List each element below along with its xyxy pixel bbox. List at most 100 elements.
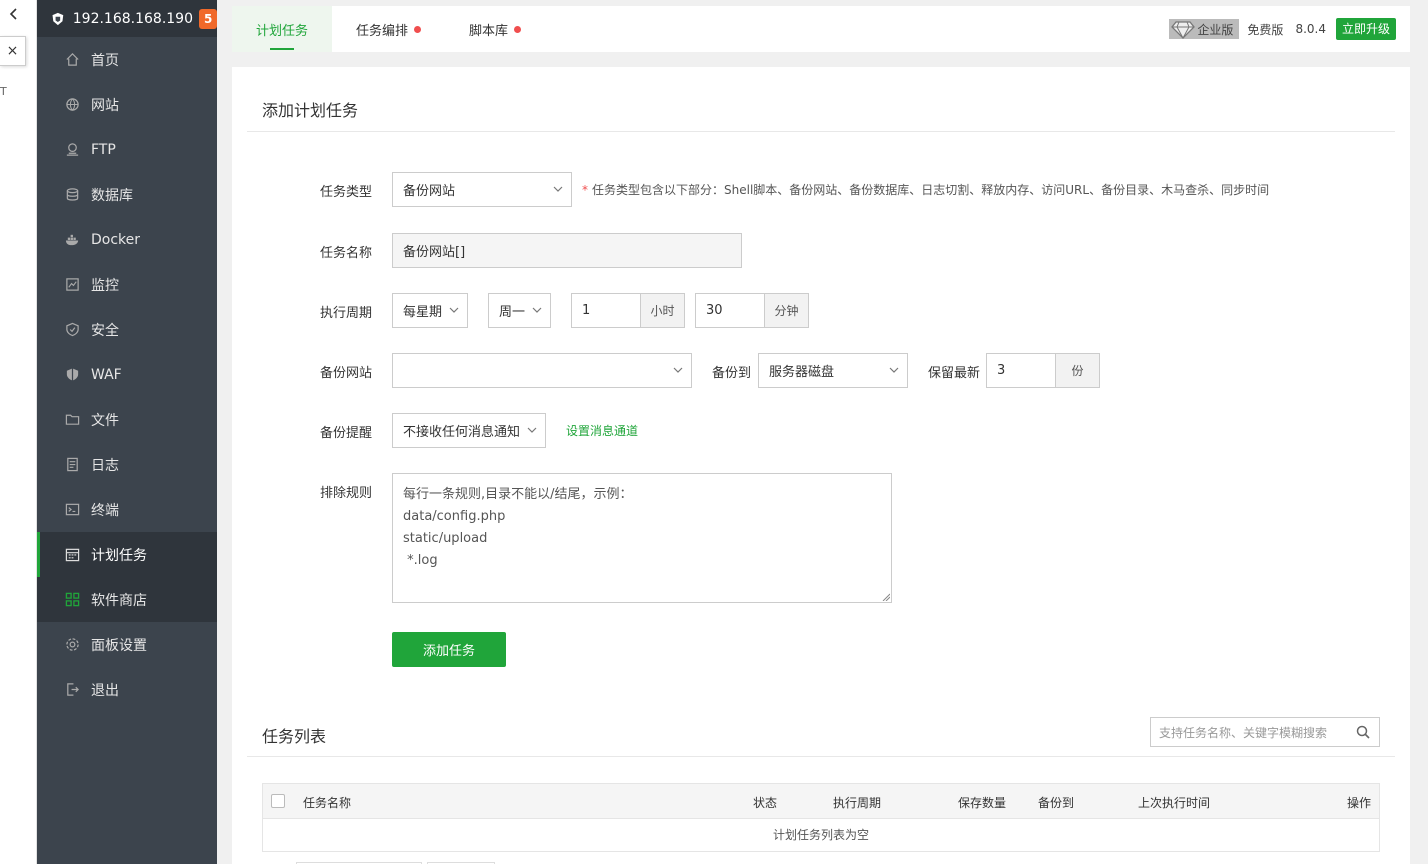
notify-label: 备份提醒 bbox=[320, 426, 373, 441]
monitor-icon bbox=[64, 277, 80, 293]
logout-icon bbox=[64, 682, 80, 698]
set-notify-channel-link[interactable]: 设置消息通道 bbox=[566, 422, 638, 439]
browser-side-strip: × T bbox=[0, 0, 37, 864]
sidebar-item-label: 软件商店 bbox=[91, 592, 147, 609]
sidebar-item-security[interactable]: 安全 bbox=[37, 307, 217, 352]
sidebar-item-label: 退出 bbox=[91, 682, 119, 699]
sidebar-item-label: 计划任务 bbox=[91, 547, 147, 564]
diamond-icon bbox=[1171, 21, 1196, 39]
sidebar-item-logout[interactable]: 退出 bbox=[37, 667, 217, 712]
exclude-rules-textarea[interactable]: 每行一条规则,目录不能以/结尾，示例： data/config.php stat… bbox=[392, 473, 892, 603]
select-value: 每星期 bbox=[403, 305, 443, 320]
sidebar-item-database[interactable]: 数据库 bbox=[37, 172, 217, 217]
backup-site-label: 备份网站 bbox=[320, 366, 373, 381]
top-tab-bar: 计划任务 任务编排 脚本库 企业版 免费版 8.0.4 立即升级 bbox=[232, 6, 1410, 52]
chevron-down-icon bbox=[449, 307, 459, 313]
enterprise-badge[interactable]: 企业版 bbox=[1169, 19, 1240, 39]
close-icon[interactable]: × bbox=[0, 36, 26, 66]
cycle-select[interactable]: 每星期 bbox=[392, 293, 468, 328]
add-task-button[interactable]: 添加任务 bbox=[392, 632, 506, 667]
tab-script-library[interactable]: 脚本库 bbox=[445, 6, 545, 52]
side-text-fragment: T bbox=[0, 85, 7, 98]
tab-orchestration[interactable]: 任务编排 bbox=[332, 6, 445, 52]
input-value: 30 bbox=[706, 303, 723, 318]
keep-count-input[interactable]: 3 bbox=[986, 353, 1056, 388]
table-empty-row: 计划任务列表为空 bbox=[262, 819, 1380, 852]
divider bbox=[247, 756, 1395, 757]
sidebar-item-files[interactable]: 文件 bbox=[37, 397, 217, 442]
textarea-line: data/config.php bbox=[403, 509, 506, 524]
resize-grip-icon[interactable] bbox=[882, 593, 890, 601]
notify-select[interactable]: 不接收任何消息通知 bbox=[392, 413, 546, 448]
sidebar-item-website[interactable]: 网站 bbox=[37, 82, 217, 127]
new-dot-icon bbox=[414, 25, 422, 33]
task-type-select[interactable]: 备份网站 bbox=[392, 172, 572, 207]
tab-label: 任务编排 bbox=[356, 23, 409, 39]
tab-label: 计划任务 bbox=[256, 23, 309, 39]
hour-input[interactable]: 1 bbox=[571, 293, 641, 328]
select-value: 不接收任何消息通知 bbox=[403, 425, 521, 440]
back-arrow-icon[interactable] bbox=[4, 6, 24, 26]
version-info: 企业版 免费版 8.0.4 立即升级 bbox=[1169, 6, 1410, 52]
sidebar-item-terminal[interactable]: 终端 bbox=[37, 487, 217, 532]
textarea-line: static/upload bbox=[403, 531, 488, 546]
table-header: 任务名称 状态 执行周期 保存数量 备份到 上次执行时间 操作 bbox=[262, 783, 1380, 819]
sidebar-item-cron[interactable]: 计划任务 bbox=[37, 532, 217, 577]
select-value: 服务器磁盘 bbox=[769, 365, 835, 380]
input-value: 3 bbox=[997, 363, 1006, 378]
sidebar-item-monitor[interactable]: 监控 bbox=[37, 262, 217, 307]
sidebar-item-home[interactable]: 首页 bbox=[37, 37, 217, 82]
sidebar-item-logs[interactable]: 日志 bbox=[37, 442, 217, 487]
log-icon bbox=[64, 457, 80, 473]
task-type-hint: * 任务类型包含以下部分：Shell脚本、备份网站、备份数据库、日志切割、释放内存… bbox=[582, 183, 1270, 197]
cycle-label: 执行周期 bbox=[320, 306, 373, 321]
backup-to-select[interactable]: 服务器磁盘 bbox=[758, 353, 908, 388]
database-icon bbox=[64, 187, 80, 203]
logo-icon bbox=[52, 12, 64, 25]
col-task-name[interactable]: 任务名称 bbox=[303, 794, 351, 811]
task-type-label: 任务类型 bbox=[320, 185, 373, 200]
col-backup-to[interactable]: 备份到 bbox=[1038, 794, 1074, 811]
sidebar-item-settings[interactable]: 面板设置 bbox=[37, 622, 217, 667]
sidebar-item-ftp[interactable]: FTP bbox=[37, 127, 217, 172]
section-title: 添加计划任务 bbox=[262, 101, 359, 120]
folder-icon bbox=[64, 412, 80, 428]
task-list-title: 任务列表 bbox=[262, 727, 327, 746]
sidebar-item-label: 终端 bbox=[91, 502, 119, 519]
col-cycle[interactable]: 执行周期 bbox=[833, 794, 881, 811]
sidebar-item-docker[interactable]: Docker bbox=[37, 217, 217, 262]
col-actions: 操作 bbox=[1347, 796, 1372, 810]
sidebar-header: 192.168.168.190 5 bbox=[37, 0, 217, 37]
hint-text: 任务类型包含以下部分：Shell脚本、备份网站、备份数据库、日志切割、释放内存、… bbox=[592, 183, 1270, 197]
col-last-run[interactable]: 上次执行时间 bbox=[1138, 794, 1210, 811]
sidebar-item-label: 安全 bbox=[91, 322, 119, 339]
tab-cron[interactable]: 计划任务 bbox=[232, 6, 333, 52]
terminal-icon bbox=[64, 502, 80, 518]
col-status[interactable]: 状态 bbox=[753, 794, 777, 811]
task-search-input[interactable]: 支持任务名称、关键字模糊搜索 bbox=[1150, 717, 1380, 747]
search-icon[interactable] bbox=[1355, 724, 1371, 740]
upgrade-button[interactable]: 立即升级 bbox=[1335, 18, 1396, 40]
divider bbox=[247, 131, 1395, 132]
minute-input[interactable]: 30 bbox=[695, 293, 765, 328]
backup-site-select[interactable] bbox=[392, 353, 692, 388]
version-number: 8.0.4 bbox=[1295, 22, 1326, 36]
sidebar-item-label: 网站 bbox=[91, 97, 119, 114]
sidebar-item-store[interactable]: 软件商店 bbox=[37, 577, 217, 622]
free-edition-label: 免费版 bbox=[1247, 22, 1284, 37]
sidebar-item-label: 日志 bbox=[91, 457, 119, 474]
weekday-select[interactable]: 周一 bbox=[488, 293, 551, 328]
minute-unit: 分钟 bbox=[764, 293, 809, 328]
shield-icon bbox=[64, 322, 80, 338]
sidebar: 192.168.168.190 5 首页 网站 FTP 数据库 Docker 监… bbox=[37, 0, 217, 864]
sidebar-item-waf[interactable]: WAF bbox=[37, 352, 217, 397]
select-value: 备份网站 bbox=[403, 184, 456, 199]
select-all-checkbox[interactable] bbox=[271, 794, 285, 808]
col-keep-count[interactable]: 保存数量 bbox=[958, 794, 1006, 811]
calendar-icon bbox=[64, 547, 80, 563]
input-value: 备份网站[] bbox=[403, 245, 466, 260]
notification-badge[interactable]: 5 bbox=[199, 8, 217, 29]
server-ip: 192.168.168.190 bbox=[72, 10, 193, 27]
task-name-input[interactable]: 备份网站[] bbox=[392, 233, 742, 268]
textarea-line: *.log bbox=[403, 553, 438, 568]
